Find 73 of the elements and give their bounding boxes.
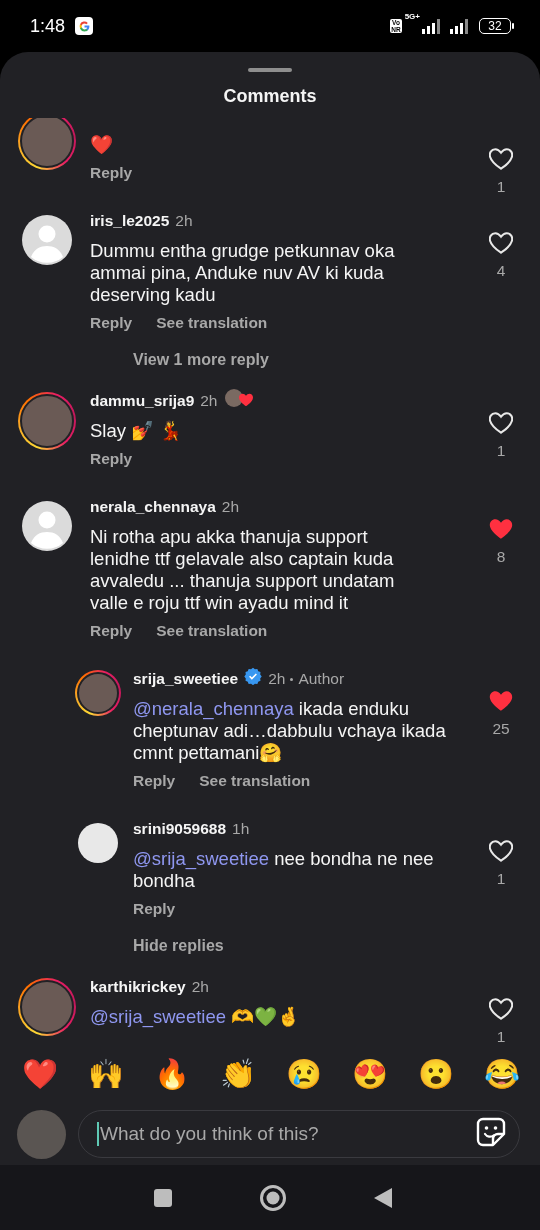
like-heart-icon[interactable] [489, 411, 513, 435]
username[interactable]: nerala_chennaya [90, 496, 216, 518]
comment-text: Slay 💅 💃 [90, 420, 184, 442]
user-avatar [17, 1109, 66, 1159]
default-avatar[interactable] [22, 501, 72, 551]
mention-link[interactable]: @srija_sweetiee [133, 848, 269, 869]
username[interactable]: dammu_srija9 [90, 390, 195, 412]
username[interactable]: srini9059688 [133, 818, 227, 840]
username[interactable]: srija_sweetiee [133, 668, 239, 690]
mention-link[interactable]: @nerala_chennaya [133, 698, 294, 719]
comment-text: @srija_sweetiee nee bondha ne nee bondha [133, 848, 435, 892]
comment-text: ❤ [90, 134, 114, 156]
home-icon[interactable] [259, 1183, 287, 1212]
see-translation-button[interactable]: See translation [199, 770, 311, 792]
reply-button[interactable]: Reply [90, 162, 133, 184]
reaction-emoji-button[interactable]: 🙌 [88, 1056, 124, 1092]
reaction-emoji-button[interactable]: 😢 [286, 1056, 322, 1092]
user-avatar[interactable] [78, 823, 118, 863]
reaction-emoji-button[interactable]: ❤ [22, 1056, 58, 1092]
comment-time: 2h [221, 497, 240, 517]
username[interactable]: iris_le2025 [90, 210, 170, 232]
comment-time: 2h [268, 669, 286, 689]
username[interactable]: karthikrickey [90, 976, 186, 998]
see-translation-button[interactable]: See translation [156, 312, 268, 334]
reaction-emoji-button[interactable]: 🔥 [154, 1056, 190, 1092]
signal-icon [449, 18, 471, 34]
like-count: 1 [496, 442, 506, 460]
like-heart-icon[interactable] [489, 231, 513, 255]
user-avatar[interactable] [18, 118, 76, 170]
comment-text: @srija_sweetiee 🫶💚🤞 [90, 1006, 302, 1028]
comment-time: 2h [200, 391, 218, 411]
comment-text: @nerala_chennaya ikada enduku cheptunav adi…dabbulu vchaya ikada cmnt pettamani🤗 [133, 698, 447, 764]
drag-handle[interactable] [248, 68, 292, 72]
like-heart-icon[interactable] [489, 997, 513, 1021]
default-avatar[interactable] [22, 215, 72, 265]
reaction-emoji-button[interactable]: 👏 [220, 1056, 256, 1092]
like-count: 4 [496, 262, 506, 280]
mention-link[interactable]: @srija_sweetiee [90, 1006, 226, 1027]
like-heart-icon[interactable] [489, 839, 513, 863]
comment-text: Ni rotha apu akka thanuja support lenidhe ttf gelavale also captain kuda avvaledu ... thanuja support undatam valle e roju ttf win ayadu mind it [90, 526, 396, 614]
reaction-emoji-button[interactable]: 😂 [484, 1056, 520, 1092]
see-translation-button[interactable]: See translation [156, 620, 268, 642]
battery-icon: 32 [479, 18, 514, 34]
reply-button[interactable]: Reply [133, 770, 176, 792]
user-avatar[interactable] [75, 670, 121, 716]
like-count: 25 [492, 720, 510, 738]
comment-text: Dummu entha grudge petkunnav oka ammai pina, Anduke nuv AV ki kuda deserving kadu [90, 240, 396, 306]
like-count: 1 [496, 1028, 506, 1045]
like-count: 8 [496, 548, 506, 566]
comment-time: 1h [232, 819, 250, 839]
sheet-title: Comments [223, 85, 317, 108]
author-label: Author [298, 669, 345, 689]
reply-button[interactable]: Reply [90, 448, 133, 470]
user-avatar[interactable] [18, 978, 76, 1036]
like-heart-icon[interactable] [489, 147, 513, 171]
like-count: 1 [496, 870, 506, 888]
reaction-emoji-button[interactable]: 😮 [418, 1056, 454, 1092]
comment-time: 2h [191, 977, 209, 997]
reply-button[interactable]: Reply [90, 620, 133, 642]
user-avatar[interactable] [18, 392, 76, 450]
signal-icon [421, 18, 443, 34]
app-notification-icon [75, 17, 94, 35]
reply-button[interactable]: Reply [90, 312, 133, 334]
comment-time: 2h [175, 211, 193, 231]
reaction-emoji-button[interactable]: 😍 [352, 1056, 388, 1092]
clock-time: 1:48 [30, 15, 66, 37]
replies-toggle[interactable]: Hide replies [133, 935, 224, 957]
like-count: 1 [496, 178, 506, 196]
recents-icon[interactable] [153, 1187, 173, 1208]
back-icon[interactable] [373, 1186, 393, 1209]
reply-button[interactable]: Reply [133, 898, 176, 920]
replies-toggle[interactable]: View 1 more reply [133, 349, 269, 371]
network-type: 5G+ [404, 12, 420, 21]
